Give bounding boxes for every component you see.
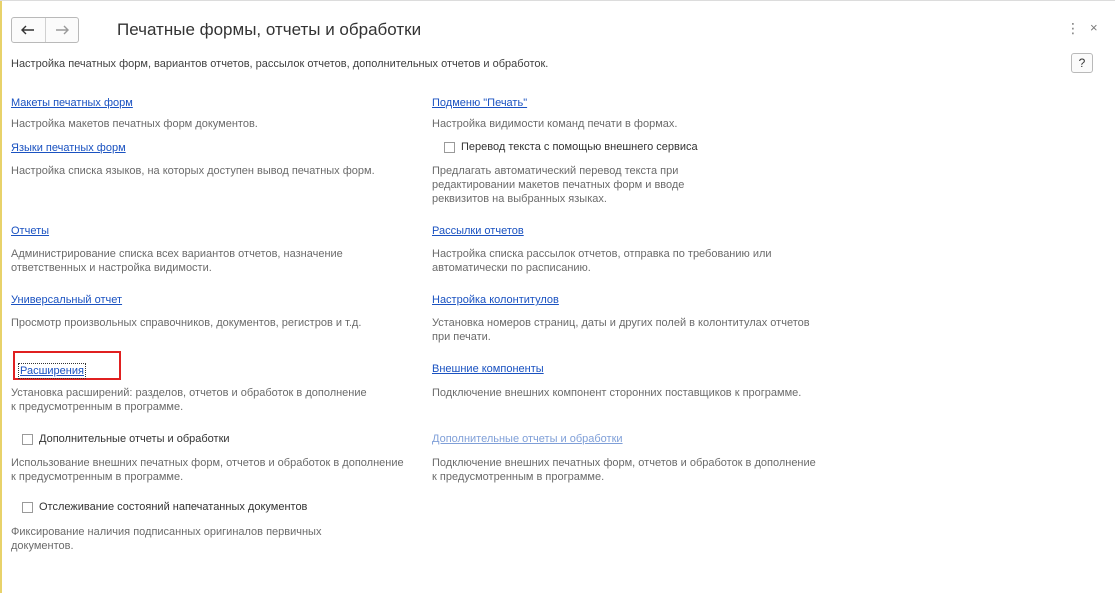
window-left-accent [0, 0, 2, 593]
reports-link[interactable]: Отчеты [11, 225, 49, 237]
reports-description: Администрирование списка всех вариантов … [11, 248, 343, 274]
print-languages-description: Настройка списка языков, на которых дост… [11, 165, 375, 177]
print-layouts-link[interactable]: Макеты печатных форм [11, 97, 133, 109]
universal-report-link[interactable]: Универсальный отчет [11, 294, 122, 306]
headers-footers-description: Установка номеров страниц, даты и других… [432, 317, 810, 343]
tracking-description: Фиксирование наличия подписанных оригина… [11, 526, 322, 552]
additional-reports-checkbox[interactable]: Дополнительные отчеты и обработки [22, 433, 230, 445]
extensions-description: Установка расширений: разделов, отчетов … [11, 387, 367, 413]
window-top-border [0, 0, 1115, 1]
translation-description: Предлагать автоматический перевод текста… [432, 165, 685, 205]
checkbox-label: Перевод текста с помощью внешнего сервис… [461, 141, 698, 153]
print-languages-link[interactable]: Языки печатных форм [11, 142, 126, 154]
checkbox-label: Отслеживание состояний напечатанных доку… [39, 501, 308, 513]
tracking-checkbox[interactable]: Отслеживание состояний напечатанных доку… [22, 501, 307, 513]
page-subtitle: Настройка печатных форм, вариантов отчет… [11, 58, 549, 70]
print-submenu-description: Настройка видимости команд печати в форм… [432, 118, 678, 130]
mailings-link[interactable]: Рассылки отчетов [432, 225, 524, 237]
external-components-description: Подключение внешних компонент сторонних … [432, 387, 802, 399]
mailings-description: Настройка списка рассылок отчетов, отпра… [432, 248, 772, 274]
checkbox-box[interactable] [22, 501, 33, 513]
additional-reports-link[interactable]: Дополнительные отчеты и обработки [432, 433, 623, 445]
close-icon[interactable]: × [1090, 20, 1098, 35]
more-actions-icon[interactable]: ⋮ [1066, 20, 1080, 37]
additional-reports-connect-description: Подключение внешних печатных форм, отчет… [432, 457, 816, 483]
print-submenu-link[interactable]: Подменю "Печать" [432, 97, 527, 109]
headers-footers-link[interactable]: Настройка колонтитулов [432, 294, 559, 306]
navigation-buttons [11, 17, 79, 43]
additional-reports-description: Использование внешних печатных форм, отч… [11, 457, 404, 483]
translation-checkbox[interactable]: Перевод текста с помощью внешнего сервис… [444, 141, 698, 153]
external-components-link[interactable]: Внешние компоненты [432, 363, 544, 375]
arrow-left-icon [21, 25, 35, 35]
help-button[interactable]: ? [1071, 53, 1093, 73]
back-button[interactable] [12, 18, 46, 42]
universal-report-description: Просмотр произвольных справочников, доку… [11, 317, 362, 329]
checkbox-box[interactable] [22, 433, 33, 445]
page-title: Печатные формы, отчеты и обработки [117, 20, 422, 39]
forward-button[interactable] [46, 18, 79, 42]
print-layouts-description: Настройка макетов печатных форм документ… [11, 118, 258, 130]
extensions-link[interactable]: Расширения [18, 363, 86, 379]
checkbox-label: Дополнительные отчеты и обработки [39, 433, 230, 445]
arrow-right-icon [55, 25, 69, 35]
checkbox-box[interactable] [444, 141, 455, 153]
